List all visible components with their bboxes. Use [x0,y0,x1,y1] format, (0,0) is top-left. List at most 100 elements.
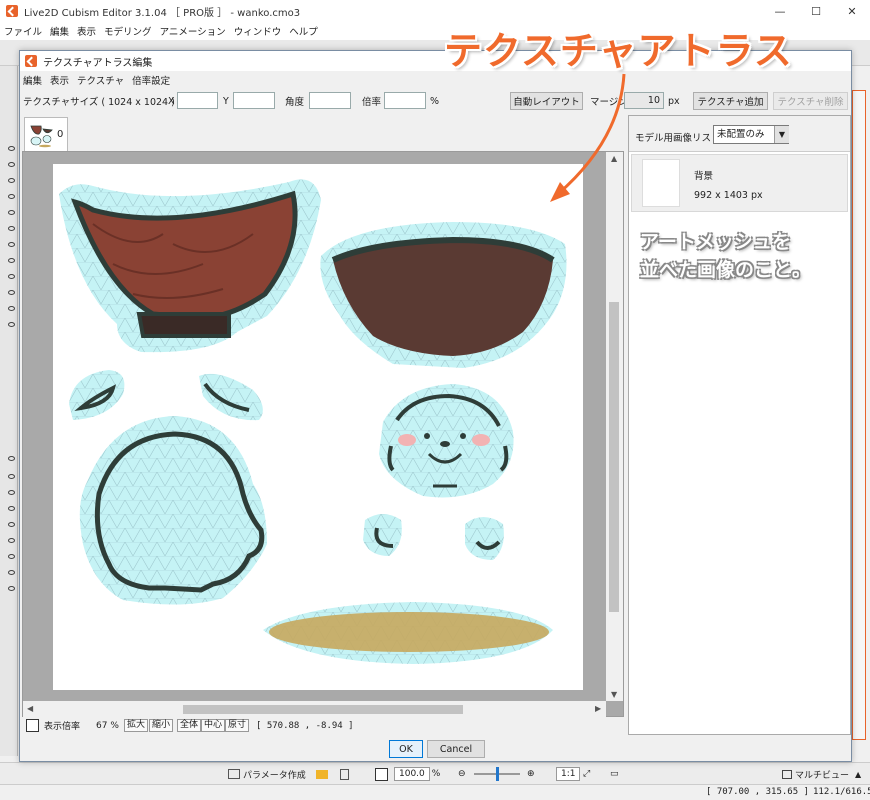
view-frame-toggle[interactable] [26,718,39,733]
eye-icon[interactable] [8,522,15,527]
angle-input[interactable] [309,92,351,109]
annotation-arrow-icon [550,73,626,202]
dlg-menu-scale[interactable]: 倍率設定 [132,73,170,87]
image-filter-value: 未配置のみ [717,129,765,140]
eye-icon[interactable] [8,506,15,511]
dialog-footer: OK Cancel [20,737,851,761]
eye-icon[interactable] [8,274,15,279]
x-label: X [168,95,175,107]
eye-icon[interactable] [8,178,15,183]
y-input[interactable] [233,92,275,109]
image-filter-select[interactable]: 未配置のみ ▼ [713,125,789,144]
menu-file[interactable]: ファイル [4,24,42,38]
menu-help[interactable]: ヘルプ [289,24,318,38]
eye-icon[interactable] [8,210,15,215]
eye-icon[interactable] [8,258,15,263]
texture-atlas-canvas[interactable] [53,164,583,690]
display-scale-value: 67 % [96,720,119,731]
folder-icon[interactable] [316,766,328,782]
multiview-label: マルチビュー [795,770,850,781]
actual-size-button[interactable]: 原寸 [225,719,250,732]
dlg-menu-texture[interactable]: テクスチャ [77,73,124,87]
param-create-label: パラメータ作成 [243,770,306,781]
atlas-canvas-area[interactable]: ▲ ▼ ◀ ▶ [22,151,624,718]
viewport-edge [852,90,866,740]
eye-icon[interactable] [8,194,15,199]
zoom-out-icon[interactable]: ⊖ [458,766,466,782]
zoom-out-button[interactable]: 縮小 [149,719,174,732]
y-label: Y [223,95,229,107]
eye-icon[interactable] [8,306,15,311]
scale-label: 倍率 [362,97,382,108]
frame-toggle[interactable] [375,766,388,782]
remove-texture-button[interactable]: テクスチャ削除 [773,92,848,110]
param-create-button[interactable]: パラメータ作成 [228,766,306,782]
display-scale-label: 表示倍率 [44,722,81,732]
main-bottom-toolbar: パラメータ作成 100.0 % ⊖ ⊕ 1:1 ⤢ ▭ マルチビュー ▲ [0,762,870,784]
eye-icon[interactable] [8,586,15,591]
view-bar: 表示倍率 67 % 拡大 縮小 全体 中心 原寸 [ 570.88 , -8.9… [22,717,624,734]
scroll-right-icon[interactable]: ▶ [595,704,601,713]
zoom-in-button[interactable]: 拡大 [124,719,149,732]
angle-label: 角度 [285,97,305,108]
eye-icon[interactable] [8,242,15,247]
scroll-left-icon[interactable]: ◀ [27,704,33,713]
zoom-field[interactable]: 100.0 % [394,766,440,782]
menu-window[interactable]: ウィンドウ [234,24,282,38]
eye-icon[interactable] [8,290,15,295]
main-window-title: Live2D Cubism Editor 3.1.04 ［ PRO版 ］ - w… [24,7,301,19]
eye-icon[interactable] [8,538,15,543]
image-list-item[interactable]: 背景 992 x 1403 px [631,154,848,212]
annotation-note: アートメッシュを 並べた画像のこと。 [640,228,840,284]
x-input[interactable] [177,92,218,109]
chevron-down-icon[interactable]: ▼ [774,126,789,143]
dlg-menu-view[interactable]: 表示 [50,73,69,87]
zoom-value[interactable]: 100.0 [394,767,430,781]
minimize-button[interactable]: — [762,0,798,22]
fit-all-button[interactable]: 全体 [177,719,202,732]
zoom-in-icon[interactable]: ⊕ [527,766,535,782]
menu-edit[interactable]: 編集 [50,24,69,38]
parts-panel [0,66,18,756]
eye-icon[interactable] [8,162,15,167]
multiview-button[interactable]: マルチビュー ▲ [782,766,861,782]
eye-icon[interactable] [8,570,15,575]
ratio-button[interactable]: 1:1 [556,766,581,782]
eye-icon[interactable] [8,226,15,231]
trash-icon[interactable] [340,766,349,782]
texture-tab-0[interactable]: 0 [24,117,68,151]
vertical-scroll-thumb[interactable] [609,302,619,612]
zoom-slider[interactable] [474,766,520,782]
eye-icon[interactable] [8,146,15,151]
close-button[interactable]: ✕ [834,0,870,22]
horizontal-scroll-thumb[interactable] [183,705,463,714]
eye-icon[interactable] [8,474,15,479]
cursor-coords: [ 570.88 , -8.94 ] [256,720,354,731]
eye-icon[interactable] [8,490,15,495]
scroll-down-icon[interactable]: ▼ [611,690,617,699]
add-texture-button[interactable]: テクスチャ追加 [693,92,768,110]
maximize-button[interactable]: ☐ [798,0,834,22]
image-thumbnail [642,159,680,207]
menu-modeling[interactable]: モデリング [104,24,152,38]
center-button[interactable]: 中心 [201,719,226,732]
dlg-menu-edit[interactable]: 編集 [23,73,42,87]
annotation-note-line1: アートメッシュを [640,231,791,253]
eye-icon[interactable] [8,322,15,327]
texture-tabs: 0 [22,115,624,151]
scale-input[interactable] [384,92,426,109]
vertical-scrollbar[interactable]: ▲ ▼ [606,152,623,701]
ok-button[interactable]: OK [389,740,423,758]
horizontal-scrollbar[interactable]: ◀ ▶ [23,701,606,718]
cancel-button[interactable]: Cancel [427,740,485,758]
menu-animation[interactable]: アニメーション [160,24,226,38]
scale-unit: % [430,95,440,107]
fit-icon[interactable]: ⤢ [583,766,590,782]
annotation-title: テクスチャアトラス [444,29,793,73]
eye-icon[interactable] [8,554,15,559]
grid-icon[interactable]: ▭ [610,766,619,782]
cubism-logo-icon [25,55,37,67]
menu-view[interactable]: 表示 [77,24,96,38]
zoom-unit: % [431,769,441,779]
eye-icon[interactable] [8,456,15,461]
